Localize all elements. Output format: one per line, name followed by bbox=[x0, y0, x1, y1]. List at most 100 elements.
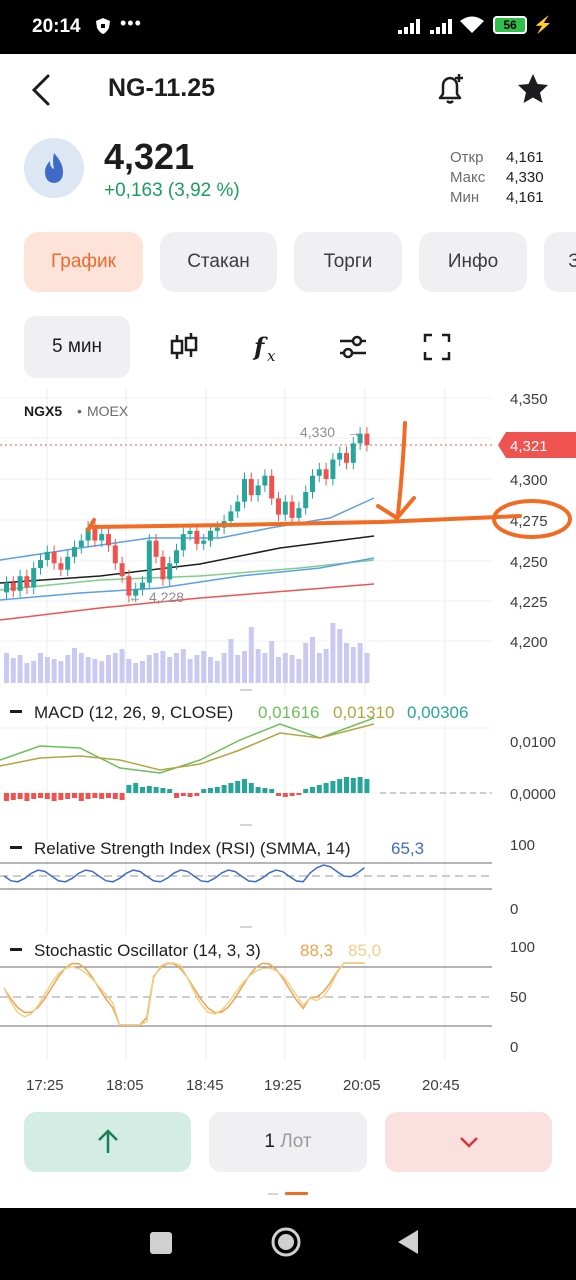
candle-body bbox=[112, 545, 118, 564]
volume-bar bbox=[174, 653, 179, 683]
macd-histogram-bar bbox=[330, 781, 336, 793]
candle-body bbox=[78, 540, 84, 548]
settings-sliders-icon[interactable] bbox=[335, 329, 371, 365]
price-chart[interactable]: NGX5 • MOEX 4,330 → ← 4,228 4,350 4,300 … bbox=[0, 388, 576, 1100]
macd-histogram-bar bbox=[269, 789, 275, 793]
rsi-collapse-icon[interactable] bbox=[10, 846, 22, 849]
charging-icon: ⚡ bbox=[533, 17, 553, 34]
macd-histogram-bar bbox=[44, 793, 50, 799]
candle-body bbox=[201, 540, 207, 544]
volume-bar bbox=[51, 659, 57, 683]
lots-stepper[interactable]: 1 Лот bbox=[209, 1112, 367, 1172]
stoch-d-line bbox=[3, 962, 365, 1026]
macd-label: MACD (12, 26, 9, CLOSE) bbox=[34, 703, 233, 722]
candle-body bbox=[262, 475, 268, 486]
volume-bar bbox=[187, 659, 193, 683]
price-tick: 4,350 bbox=[510, 391, 548, 408]
price-tick: 4,200 bbox=[510, 634, 548, 651]
volume-bar bbox=[316, 653, 322, 683]
svg-text:f: f bbox=[252, 332, 268, 361]
macd-histogram-bar bbox=[289, 793, 295, 796]
fullscreen-icon[interactable] bbox=[419, 329, 455, 365]
tab-trades[interactable]: Торги bbox=[294, 232, 402, 292]
ohl-value: 4,161 bbox=[506, 149, 544, 166]
volume-bar bbox=[112, 653, 118, 683]
chart-symbol: NGX5 bbox=[24, 403, 62, 419]
macd-collapse-icon[interactable] bbox=[10, 710, 22, 713]
volume-bar bbox=[78, 653, 84, 683]
macd-histogram-bar bbox=[140, 787, 145, 793]
home-icon[interactable] bbox=[270, 1226, 302, 1258]
candle-body bbox=[65, 556, 71, 570]
arrow-up-icon bbox=[97, 1129, 118, 1153]
volume-bar bbox=[221, 653, 227, 683]
tab-more[interactable]: З bbox=[544, 232, 576, 292]
last-price: 4,321 bbox=[104, 136, 195, 177]
back-nav-icon[interactable] bbox=[398, 1230, 420, 1254]
signal-icon bbox=[398, 19, 420, 34]
ohl-value: 4,330 bbox=[506, 169, 544, 186]
macd-tick: 0,0000 bbox=[510, 786, 556, 803]
volume-bar bbox=[119, 649, 125, 683]
candle-body bbox=[289, 501, 295, 518]
sell-button[interactable] bbox=[385, 1112, 552, 1172]
macd-histogram-bar bbox=[58, 793, 64, 800]
candle-body bbox=[194, 530, 200, 544]
stoch-collapse-icon[interactable] bbox=[10, 948, 22, 951]
rsi-value: 65,3 bbox=[391, 839, 424, 858]
svg-text:x: x bbox=[267, 347, 276, 365]
page-title: NG-11.25 bbox=[108, 74, 216, 102]
volume-bar bbox=[153, 653, 159, 683]
candle-body bbox=[310, 475, 315, 492]
ohl-label: Макс bbox=[450, 169, 486, 186]
macd-histogram-bar bbox=[201, 789, 207, 793]
time-tick: 17:25 bbox=[26, 1077, 64, 1094]
macd-histogram-bar bbox=[228, 783, 234, 793]
flame-icon bbox=[45, 153, 63, 183]
indicators-fx-icon[interactable]: fx bbox=[250, 329, 286, 365]
shield-icon bbox=[96, 18, 110, 34]
back-icon[interactable] bbox=[26, 72, 58, 108]
buy-button[interactable] bbox=[24, 1112, 191, 1172]
volume-bar bbox=[140, 661, 145, 683]
macd-histogram-bar bbox=[303, 789, 309, 793]
volume-bar bbox=[167, 657, 173, 683]
candle-body bbox=[337, 453, 343, 460]
system-nav-bar bbox=[0, 1208, 576, 1280]
macd-histogram-bar bbox=[296, 793, 302, 795]
tab-info[interactable]: Инфо bbox=[419, 232, 527, 292]
volume-bar bbox=[235, 655, 241, 683]
macd-histogram-bar bbox=[242, 779, 247, 793]
tab-orderbook[interactable]: Стакан bbox=[160, 232, 277, 292]
ohl-high-row: Макс 4,330 bbox=[450, 168, 544, 188]
candle-body bbox=[174, 550, 179, 564]
volume-bar bbox=[282, 653, 288, 683]
macd-histogram-bar bbox=[65, 793, 71, 799]
candle-body bbox=[38, 560, 43, 569]
rsi-line bbox=[3, 864, 365, 883]
chart-toolbar: 5 мин fx bbox=[24, 316, 564, 378]
stoch-d-value: 85,0 bbox=[348, 941, 381, 960]
macd-histogram-bar bbox=[255, 787, 261, 793]
volume-bar bbox=[24, 663, 30, 683]
star-icon[interactable] bbox=[516, 72, 550, 106]
volume-bar bbox=[92, 659, 98, 683]
volume-bar bbox=[38, 653, 43, 683]
macd-histogram-bar bbox=[248, 783, 254, 793]
recents-icon[interactable] bbox=[150, 1232, 172, 1254]
bell-plus-icon[interactable] bbox=[432, 71, 468, 107]
price-tick: 4,250 bbox=[510, 554, 548, 571]
candle-body bbox=[214, 527, 220, 531]
candlestick-icon[interactable] bbox=[166, 329, 202, 365]
volume-bar bbox=[17, 655, 23, 683]
macd-histogram-bar bbox=[310, 787, 315, 793]
tab-bar: График Стакан Торги Инфо З bbox=[24, 232, 576, 292]
interval-selector[interactable]: 5 мин bbox=[24, 316, 130, 378]
candle-body bbox=[119, 563, 125, 577]
chevron-down-icon bbox=[459, 1137, 478, 1148]
candle-body bbox=[269, 475, 275, 499]
volume-bar bbox=[242, 651, 247, 683]
volume-bar bbox=[65, 655, 71, 683]
rsi-tick: 0 bbox=[510, 901, 518, 918]
tab-chart[interactable]: График bbox=[24, 232, 143, 292]
